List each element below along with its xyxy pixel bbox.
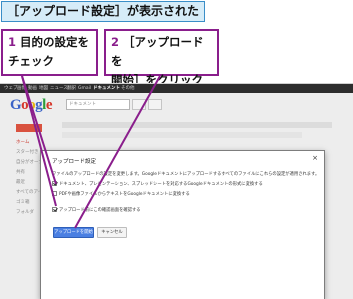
callout-step-2: 2 ［アップロードを 開始］をクリック xyxy=(104,29,219,87)
logo-letter: e xyxy=(45,97,53,113)
topbar-item[interactable]: その他 xyxy=(121,84,135,93)
dialog-description: ファイルのアップロードの設定を変更します。Googleドキュメントにアップロード… xyxy=(52,171,320,178)
screenshot-area: ウェブ 画像 動画 地図 ニュース 翻訳 Gmail ドキュメント その他 Go… xyxy=(0,83,353,299)
search-input[interactable]: ドキュメント xyxy=(66,99,130,110)
option-label: PDFや画像ファイルからテキストをGoogleドキュメントに変換する xyxy=(59,192,190,197)
callout-text: チェック xyxy=(8,54,54,68)
callout-step-1: 1 目的の設定を チェック xyxy=(1,29,98,76)
create-button[interactable] xyxy=(16,124,42,132)
options-button[interactable] xyxy=(148,99,162,110)
topbar-item[interactable]: ウェブ xyxy=(4,84,18,93)
callout-number: 2 xyxy=(111,35,120,49)
topbar-item-active[interactable]: ドキュメント xyxy=(93,84,120,93)
topbar-item[interactable]: Gmail xyxy=(78,84,91,93)
topbar-item[interactable]: 画像 xyxy=(17,84,26,93)
callout-text: 目的の設定を xyxy=(20,35,90,49)
topbar-item[interactable]: 動画 xyxy=(28,84,37,93)
topbar-item[interactable]: ニュース xyxy=(50,84,68,93)
start-upload-button[interactable]: アップロードを開始 xyxy=(53,227,94,238)
logo-letter: G xyxy=(10,97,22,113)
google-top-bar: ウェブ 画像 動画 地図 ニュース 翻訳 Gmail ドキュメント その他 xyxy=(0,84,353,93)
option-label: ドキュメント、プレゼンテーション、スプレッドシートを対応するGoogleドキュメ… xyxy=(59,182,263,187)
checkbox-checked[interactable] xyxy=(52,181,57,186)
close-icon[interactable]: × xyxy=(312,154,318,162)
topbar-item[interactable]: 翻訳 xyxy=(67,84,76,93)
description-text: ファイルのアップロードの設定を変更します。Googleドキュメントにアップロード… xyxy=(52,172,320,177)
checkbox-checked[interactable] xyxy=(52,207,57,212)
search-button[interactable] xyxy=(132,99,146,110)
dialog-title: アップロード設定 xyxy=(52,159,97,165)
callout-text: ［アップロードを xyxy=(111,35,204,68)
option-convert-pdf-text[interactable]: PDFや画像ファイルからテキストをGoogleドキュメントに変換する xyxy=(52,191,190,198)
cancel-button[interactable]: キャンセル xyxy=(97,227,127,238)
caption-banner: ［アップロード設定］が表示された xyxy=(1,1,206,22)
option-label: アップロード前にこの確認画面を確認する xyxy=(59,208,141,213)
option-convert-documents[interactable]: ドキュメント、プレゼンテーション、スプレッドシートを対応するGoogleドキュメ… xyxy=(52,181,263,188)
topbar-item[interactable]: 地図 xyxy=(39,84,48,93)
toolbar-row xyxy=(62,122,332,128)
sidebar-item[interactable]: ホーム xyxy=(16,138,56,148)
option-confirm-before-upload[interactable]: アップロード前にこの確認画面を確認する xyxy=(52,207,141,214)
upload-settings-dialog: アップロード設定 × ファイルのアップロードの設定を変更します。Googleドキ… xyxy=(40,150,325,299)
callout-number: 1 xyxy=(8,35,17,49)
checkbox[interactable] xyxy=(52,191,57,196)
google-logo: Google xyxy=(10,97,53,114)
list-row xyxy=(62,132,302,138)
